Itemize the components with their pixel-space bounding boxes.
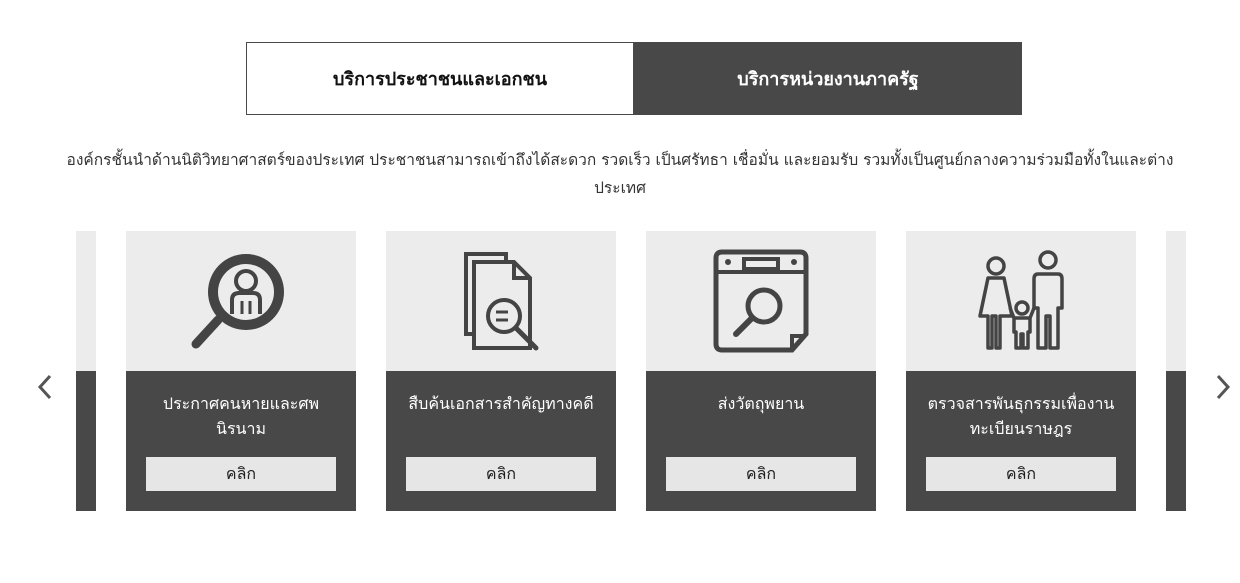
service-tabs: บริการประชาชนและเอกชน บริการหน่วยงานภาคร… bbox=[246, 42, 1022, 115]
family-icon bbox=[978, 250, 1064, 350]
tab-public-private-services[interactable]: บริการประชาชนและเอกชน bbox=[246, 42, 634, 115]
card-click-button[interactable]: คลิก bbox=[666, 457, 856, 491]
card-title: สืบค้นเอกสารสำคัญทางคดี bbox=[408, 394, 594, 413]
card-click-button[interactable]: คลิก bbox=[926, 457, 1116, 491]
document-search-icon bbox=[464, 252, 539, 351]
card-title: ประกาศคนหายและศพนิรนาม bbox=[162, 394, 320, 438]
service-card-document-search: สืบค้นเอกสารสำคัญทางคดี คลิก bbox=[386, 231, 616, 511]
card-title: ตรวจสารพันธุกรรมเพื่องานทะเบียนราษฎร bbox=[927, 394, 1115, 438]
service-card-dna-registration: ตรวจสารพันธุกรรมเพื่องานทะเบียนราษฎร คลิ… bbox=[906, 231, 1136, 511]
evidence-box-search-icon bbox=[713, 249, 809, 353]
carousel-peek-left-card bbox=[76, 231, 96, 511]
carousel-next-button[interactable] bbox=[1208, 370, 1238, 404]
service-card-missing-persons: ประกาศคนหายและศพนิรนาม คลิก bbox=[126, 231, 356, 511]
carousel-peek-right-card bbox=[1166, 231, 1186, 511]
chevron-right-icon bbox=[1216, 374, 1231, 400]
card-click-button[interactable]: คลิก bbox=[406, 457, 596, 491]
missing-person-search-icon bbox=[191, 254, 284, 349]
service-card-submit-evidence: ส่งวัตถุพยาน คลิก bbox=[646, 231, 876, 511]
organization-description: องค์กรชั้นนำด้านนิติวิทยาศาสตร์ของประเทศ… bbox=[66, 151, 1174, 197]
chevron-left-icon bbox=[37, 374, 52, 400]
tab-government-services[interactable]: บริการหน่วยงานภาครัฐ bbox=[634, 42, 1022, 115]
card-click-button[interactable]: คลิก bbox=[146, 457, 336, 491]
carousel-prev-button[interactable] bbox=[30, 370, 60, 404]
card-title: ส่งวัตถุพยาน bbox=[717, 394, 805, 413]
